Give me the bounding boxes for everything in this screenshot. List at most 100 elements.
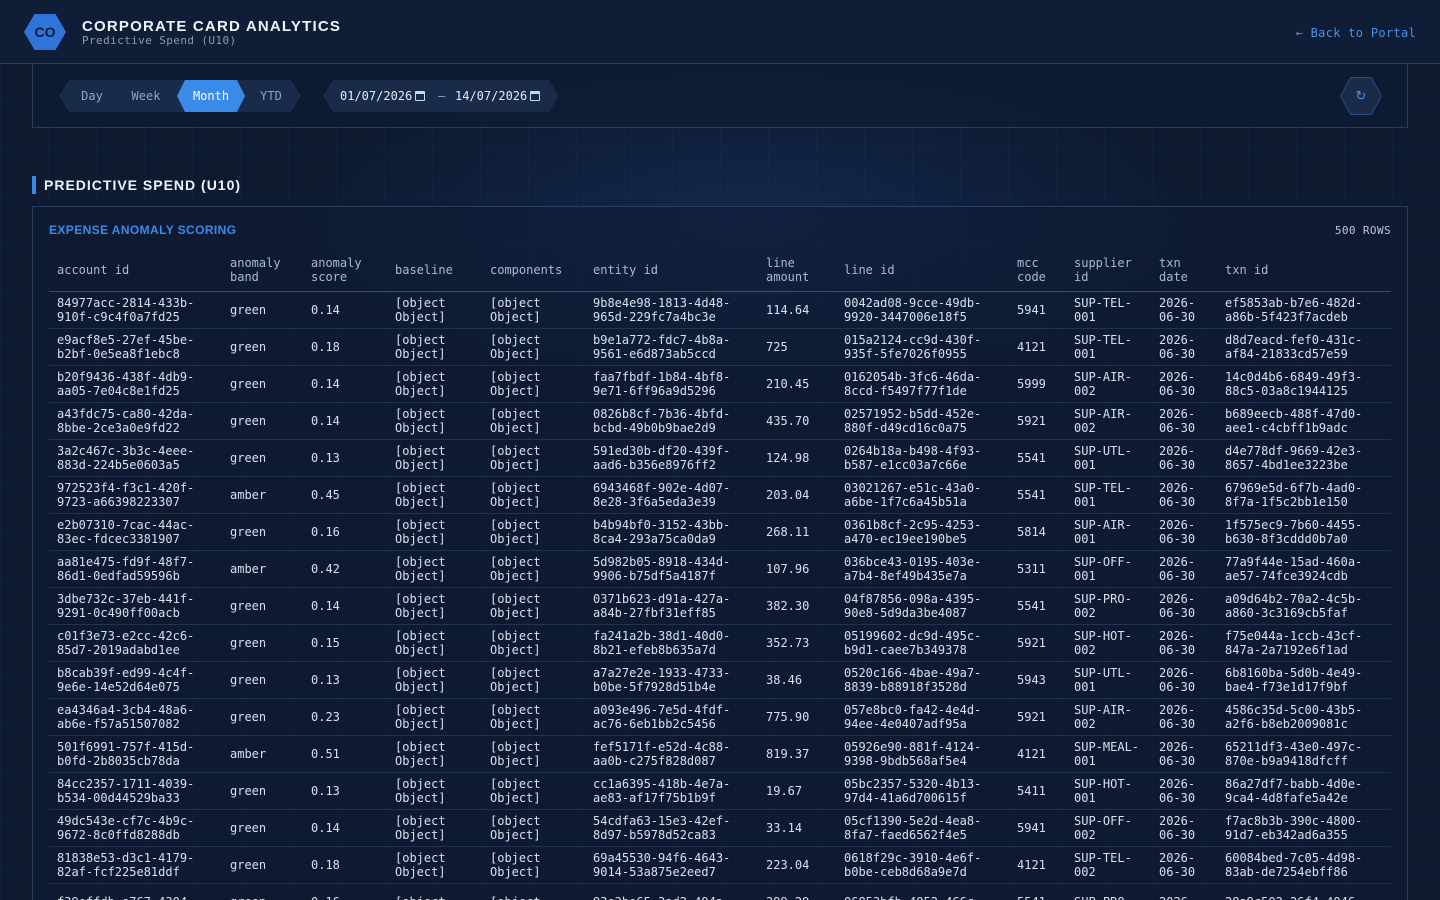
column-header-mcc-code[interactable]: mcc code bbox=[1009, 253, 1066, 292]
table-row[interactable]: 501f6991-757f-415d- b0fd-2b8035cb78da amb… bbox=[49, 735, 1391, 773]
cell-txn-date: 2026- 06-30 bbox=[1151, 513, 1217, 551]
cell-supplier-id: SUP-PRO- bbox=[1066, 883, 1151, 900]
cell-entity-id: b4b94bf0-3152-43bb- 8ca4-293a75ca0da9 bbox=[585, 513, 758, 551]
column-header-txn-id[interactable]: txn id bbox=[1217, 253, 1391, 292]
cell-line-id: 0042ad08-9cce-49db- 9920-3447006e18f5 bbox=[836, 291, 1009, 329]
period-ytd-button[interactable]: YTD bbox=[251, 80, 291, 112]
column-header-account-id[interactable]: account id bbox=[49, 253, 222, 292]
cell-anomaly-score: 0.14 bbox=[303, 587, 387, 625]
cell-entity-id: 93e3be65-3ad2-494a- bbox=[585, 883, 758, 900]
table-row[interactable]: 972523f4-f3c1-420f- 9723-a66398223307 amb… bbox=[49, 476, 1391, 514]
table-row[interactable]: b8cab39f-ed99-4c4f- 9e6e-14e52d64e075 gre… bbox=[49, 661, 1391, 699]
column-header-anomaly-score[interactable]: anomaly score bbox=[303, 253, 387, 292]
anomaly-table: account id anomaly band anomaly score basel… bbox=[49, 253, 1391, 900]
cell-anomaly-band: green bbox=[222, 698, 303, 736]
date-to-input[interactable]: 14/07/2026 bbox=[455, 80, 529, 112]
cell-anomaly-band: green bbox=[222, 402, 303, 440]
cell-baseline: [object Object] bbox=[387, 476, 482, 514]
cell-anomaly-band: green bbox=[222, 328, 303, 366]
column-header-entity-id[interactable]: entity id bbox=[585, 253, 758, 292]
table-row[interactable]: c01f3e73-e2cc-42c6- 85d7-2019adabd1ee gre… bbox=[49, 624, 1391, 662]
table-row[interactable]: e2b07310-7cac-44ac- 83ec-fdcec3381907 gre… bbox=[49, 513, 1391, 551]
cell-line-amount: 203.04 bbox=[758, 476, 836, 514]
column-header-txn-date[interactable]: txn date bbox=[1151, 253, 1217, 292]
cell-anomaly-score: 0.16 bbox=[303, 883, 387, 900]
cell-mcc-code: 5941 bbox=[1009, 809, 1066, 847]
table-row[interactable]: 81838e53-d3c1-4179- 82af-fcf225e81ddf gre… bbox=[49, 846, 1391, 884]
cell-account-id: aa81e475-fd9f-48f7- 86d1-0edfad59596b bbox=[49, 550, 222, 588]
cell-supplier-id: SUP-TEL- 001 bbox=[1066, 328, 1151, 366]
cell-txn-date: 2026- 06-30 bbox=[1151, 735, 1217, 773]
filter-toolbar: Day Week Month YTD 01/07/2026 – 14/07/20… bbox=[32, 64, 1408, 128]
cell-line-id: 057e8bc0-fa42-4e4d- 94ee-4e0407adf95a bbox=[836, 698, 1009, 736]
cell-baseline: [object Object] bbox=[387, 735, 482, 773]
column-header-anomaly-band[interactable]: anomaly band bbox=[222, 253, 303, 292]
cell-entity-id: b9e1a772-fdc7-4b8a- 9561-e6d873ab5ccd bbox=[585, 328, 758, 366]
cell-mcc-code: 5941 bbox=[1009, 291, 1066, 329]
table-row[interactable]: aa81e475-fd9f-48f7- 86d1-0edfad59596b amb… bbox=[49, 550, 1391, 588]
cell-anomaly-score: 0.18 bbox=[303, 328, 387, 366]
cell-txn-id: 4586c35d-5c00-43b5- a2f6-b8eb2009081c bbox=[1217, 698, 1391, 736]
cell-entity-id: faa7fbdf-1b84-4bf8- 9e71-6ff96a9d5296 bbox=[585, 365, 758, 403]
date-from-input[interactable]: 01/07/2026 bbox=[340, 80, 414, 112]
cell-anomaly-score: 0.14 bbox=[303, 291, 387, 329]
cell-txn-date: 2026- 06-30 bbox=[1151, 846, 1217, 884]
period-month-button[interactable]: Month bbox=[177, 80, 245, 112]
cell-txn-id: a09d64b2-70a2-4c5b- a860-3c3169cb5faf bbox=[1217, 587, 1391, 625]
table-row[interactable]: 3a2c467c-3b3c-4eee- 883d-224b5e0603a5 gre… bbox=[49, 439, 1391, 477]
cell-line-amount: 268.11 bbox=[758, 513, 836, 551]
column-header-line-id[interactable]: line id bbox=[836, 253, 1009, 292]
column-header-components[interactable]: components bbox=[482, 253, 585, 292]
cell-components: [object Object] bbox=[482, 402, 585, 440]
cell-txn-date: 2026- 06-30 bbox=[1151, 328, 1217, 366]
cell-components: [object Object] bbox=[482, 624, 585, 662]
cell-anomaly-band: green bbox=[222, 846, 303, 884]
panel-title: EXPENSE ANOMALY SCORING bbox=[49, 223, 237, 237]
table-row[interactable]: f39effdb-e767-4304- green0.16[object [ob… bbox=[49, 883, 1391, 900]
table-row[interactable]: ea4346a4-3cb4-48a6- ab6e-f57a51507082 gre… bbox=[49, 698, 1391, 736]
table-header: account id anomaly band anomaly score basel… bbox=[49, 253, 1391, 292]
cell-baseline: [object bbox=[387, 883, 482, 900]
cell-anomaly-band: green bbox=[222, 439, 303, 477]
back-to-portal-link[interactable]: ← Back to Portal bbox=[1296, 26, 1416, 40]
cell-components: [object Object] bbox=[482, 328, 585, 366]
cell-baseline: [object Object] bbox=[387, 846, 482, 884]
cell-entity-id: cc1a6395-418b-4e7a- ae83-af17f75b1b9f bbox=[585, 772, 758, 810]
calendar-icon[interactable] bbox=[415, 91, 425, 101]
app-title: CORPORATE CARD ANALYTICS bbox=[82, 18, 342, 35]
column-header-line-amount[interactable]: line amount bbox=[758, 253, 836, 292]
cell-txn-id: f75e044a-1ccb-43cf- 847a-2a7192e6f1ad bbox=[1217, 624, 1391, 662]
cell-anomaly-score: 0.15 bbox=[303, 624, 387, 662]
refresh-button[interactable]: ↻ bbox=[1340, 77, 1382, 115]
table-row[interactable]: 84977acc-2814-433b- 910f-c9c4f0a7fd25 gre… bbox=[49, 291, 1391, 329]
cell-components: [object Object] bbox=[482, 291, 585, 329]
table-row[interactable]: 3dbe732c-37eb-441f- 9291-0c490ff00acb gre… bbox=[49, 587, 1391, 625]
cell-line-id: 0520c166-4bae-49a7- 8839-b88918f3528d bbox=[836, 661, 1009, 699]
cell-txn-id: ef5853ab-b7e6-482d- a86b-5f423f7acdeb bbox=[1217, 291, 1391, 329]
table-row[interactable]: e9acf8e5-27ef-45be- b2bf-0e5ea8f1ebc8 gre… bbox=[49, 328, 1391, 366]
period-day-button[interactable]: Day bbox=[71, 80, 113, 112]
period-week-button[interactable]: Week bbox=[123, 80, 169, 112]
cell-components: [object Object] bbox=[482, 698, 585, 736]
cell-supplier-id: SUP-HOT- 002 bbox=[1066, 624, 1151, 662]
cell-anomaly-score: 0.45 bbox=[303, 476, 387, 514]
cell-txn-date: 2026- bbox=[1151, 883, 1217, 900]
cell-mcc-code: 5921 bbox=[1009, 402, 1066, 440]
table-row[interactable]: a43fdc75-ca80-42da- 8bbe-2ce3a0e9fd22 gre… bbox=[49, 402, 1391, 440]
cell-line-amount: 819.37 bbox=[758, 735, 836, 773]
column-header-supplier-id[interactable]: supplier id bbox=[1066, 253, 1151, 292]
column-header-baseline[interactable]: baseline bbox=[387, 253, 482, 292]
cell-txn-id: 1f575ec9-7b60-4455- b630-8f3cddd0b7a0 bbox=[1217, 513, 1391, 551]
table-row[interactable]: b20f9436-438f-4db9- aa05-7e04c8e1fd25 gre… bbox=[49, 365, 1391, 403]
cell-entity-id: 9b8e4e98-1813-4d48- 965d-229fc7a4bc3e bbox=[585, 291, 758, 329]
cell-txn-id: 28a9c502-26f4-4046- bbox=[1217, 883, 1391, 900]
cell-mcc-code: 4121 bbox=[1009, 735, 1066, 773]
cell-mcc-code: 5999 bbox=[1009, 365, 1066, 403]
cell-txn-id: 65211df3-43e0-497c- 870e-b9a9418dfcff bbox=[1217, 735, 1391, 773]
table-row[interactable]: 84cc2357-1711-4039- b534-00d44529ba33 gre… bbox=[49, 772, 1391, 810]
calendar-icon[interactable] bbox=[530, 91, 540, 101]
table-row[interactable]: 49dc543e-cf7c-4b9c- 9672-8c0ffd8288db gre… bbox=[49, 809, 1391, 847]
cell-supplier-id: SUP-AIR- 001 bbox=[1066, 513, 1151, 551]
cell-mcc-code: 5541 bbox=[1009, 883, 1066, 900]
cell-anomaly-score: 0.13 bbox=[303, 439, 387, 477]
